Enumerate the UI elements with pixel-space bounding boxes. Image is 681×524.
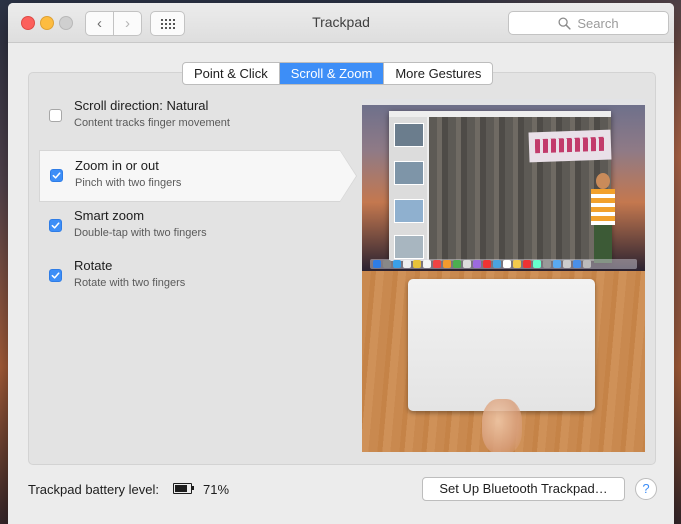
preview-thumbnail xyxy=(394,235,424,259)
preview-photo xyxy=(429,117,615,263)
checkmark-icon xyxy=(51,222,60,229)
preview-thumbnail xyxy=(394,199,424,223)
tab-bar: Point & Click Scroll & Zoom More Gesture… xyxy=(182,62,494,85)
option-title: Zoom in or out xyxy=(75,158,159,173)
preview-person xyxy=(589,173,617,263)
option-subtitle: Double-tap with two fingers xyxy=(74,227,207,239)
option-scroll-direction[interactable]: Scroll direction: Natural Content tracks… xyxy=(39,91,339,141)
battery-label: Trackpad battery level: xyxy=(28,482,160,497)
preview-thumbnails xyxy=(389,117,427,261)
preview-dock xyxy=(370,259,637,269)
tab-scroll-and-zoom[interactable]: Scroll & Zoom xyxy=(278,63,384,84)
help-button[interactable]: ? xyxy=(635,478,657,500)
preview-trackpad xyxy=(408,279,595,411)
option-title: Rotate xyxy=(74,258,113,273)
checkmark-icon xyxy=(51,272,60,279)
scroll-direction-checkbox[interactable] xyxy=(49,109,62,122)
option-subtitle: Pinch with two fingers xyxy=(75,177,182,189)
search-placeholder: Search xyxy=(577,15,619,31)
search-icon xyxy=(558,16,572,30)
option-subtitle: Content tracks finger movement xyxy=(74,117,230,129)
option-rotate[interactable]: Rotate Rotate with two fingers xyxy=(39,251,339,301)
rotate-checkbox[interactable] xyxy=(49,269,62,282)
option-title: Smart zoom xyxy=(74,208,145,223)
preview-fingers xyxy=(482,399,522,452)
search-field[interactable]: Search xyxy=(508,11,669,35)
preview-banner xyxy=(528,129,612,163)
gesture-preview-video xyxy=(362,99,645,452)
option-zoom-in-or-out[interactable]: Zoom in or out Pinch with two fingers xyxy=(39,150,357,202)
preview-thumbnail xyxy=(394,123,424,147)
tab-point-and-click[interactable]: Point & Click xyxy=(183,63,279,84)
option-subtitle: Rotate with two fingers xyxy=(74,277,186,289)
title-bar: ‹ › Trackpad Search xyxy=(8,3,674,43)
preferences-window: ‹ › Trackpad Search Point & Click Scroll… xyxy=(8,3,674,524)
checkmark-icon xyxy=(52,172,61,179)
preview-thumbnail xyxy=(394,161,424,185)
battery-icon xyxy=(173,483,194,494)
preview-screen xyxy=(362,99,645,271)
smart-zoom-checkbox[interactable] xyxy=(49,219,62,232)
zoom-checkbox[interactable] xyxy=(50,169,63,182)
preview-photo-window xyxy=(389,111,615,263)
preview-menubar xyxy=(362,99,645,105)
tab-more-gestures[interactable]: More Gestures xyxy=(383,63,492,84)
battery-percent: 71% xyxy=(203,482,230,497)
option-smart-zoom[interactable]: Smart zoom Double-tap with two fingers xyxy=(39,201,339,251)
option-title: Scroll direction: Natural xyxy=(74,98,209,113)
setup-bluetooth-trackpad-button[interactable]: Set Up Bluetooth Trackpad… xyxy=(422,477,625,501)
